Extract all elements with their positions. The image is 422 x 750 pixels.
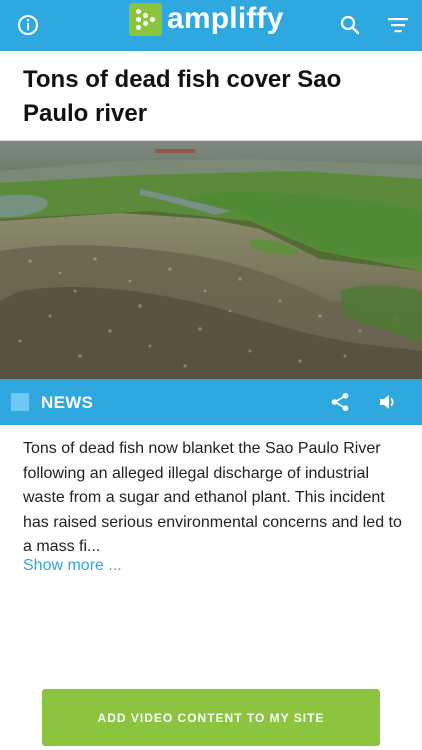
show-more-link[interactable]: Show more ...: [23, 557, 122, 575]
share-icon: [331, 393, 349, 411]
filter-button[interactable]: [380, 7, 416, 43]
audio-button[interactable]: [370, 384, 406, 420]
article-description: Tons of dead fish now blanket the Sao Pa…: [23, 440, 402, 555]
top-bar: ampliffy: [0, 0, 422, 51]
share-button[interactable]: [322, 384, 358, 420]
search-button[interactable]: [332, 7, 368, 43]
add-video-content-button[interactable]: ADD VIDEO CONTENT TO MY SITE: [42, 689, 380, 746]
brand-name: ampliffy: [167, 2, 284, 35]
video-thumbnail[interactable]: [0, 141, 422, 379]
article-title: Tons of dead fish cover Sao Paulo river: [23, 66, 342, 127]
category-label[interactable]: NEWS: [41, 393, 93, 413]
search-icon: [340, 15, 360, 35]
info-button[interactable]: [10, 7, 46, 43]
brand-logo[interactable]: ampliffy: [129, 2, 284, 36]
category-bar: NEWS: [0, 379, 422, 425]
filter-icon: [388, 18, 408, 33]
river-scene-image: [0, 141, 422, 379]
category-color-icon: [11, 393, 29, 411]
speaker-icon: [380, 395, 394, 409]
info-icon: [18, 15, 38, 35]
ampliffy-logo-icon: [129, 2, 162, 36]
